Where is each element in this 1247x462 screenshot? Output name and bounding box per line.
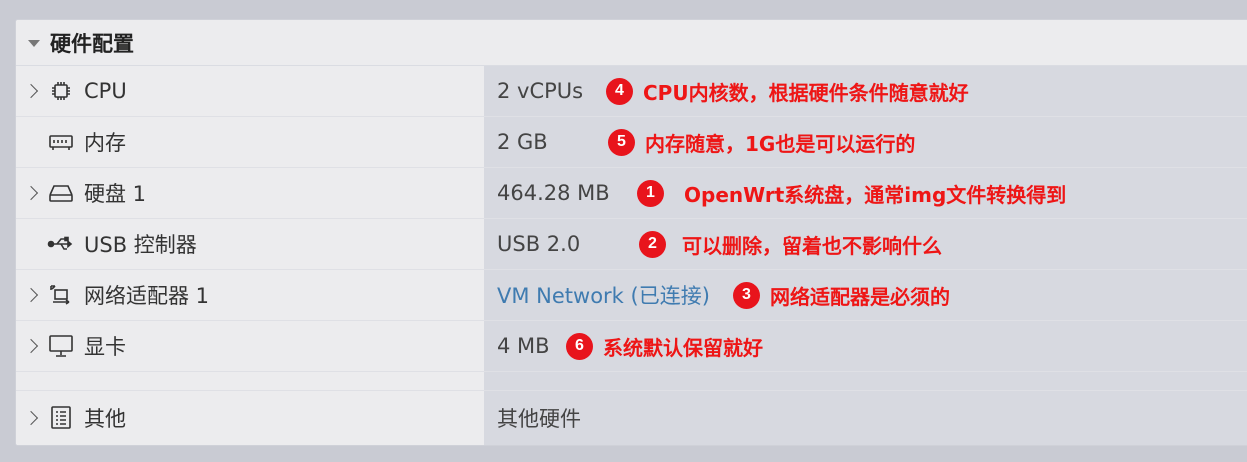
row-label: 显卡: [84, 335, 126, 359]
hardware-row-other[interactable]: 其他 其他硬件: [16, 391, 1247, 445]
row-label: 硬盘 1: [84, 182, 147, 206]
annotation-badge: 6: [566, 332, 593, 360]
annotation-text: 内存随意，1G也是可以运行的: [645, 131, 916, 156]
row-label: 其他: [84, 407, 126, 431]
chevron-right-icon[interactable]: [23, 287, 39, 303]
row-label: 内存: [84, 131, 126, 155]
hardware-row-network[interactable]: 网络适配器 1 VM Network (已连接) 3 网络适配器是必须的: [16, 270, 1247, 321]
row-label: CPU: [84, 79, 127, 103]
annotation: 4 CPU内核数，根据硬件条件随意就好: [606, 77, 969, 106]
annotation-badge: 5: [608, 128, 635, 156]
annotation: 5 内存随意，1G也是可以运行的: [608, 128, 915, 157]
section-header[interactable]: 硬件配置: [16, 20, 1247, 66]
annotation-badge: 3: [733, 281, 760, 309]
chevron-right-icon[interactable]: [23, 185, 39, 201]
row-label: 网络适配器 1: [84, 284, 210, 308]
row-value: 464.28 MB: [497, 181, 610, 205]
annotation: 6 系统默认保留就好: [566, 332, 763, 361]
annotation: 3 网络适配器是必须的: [733, 281, 950, 310]
monitor-icon: [46, 334, 76, 358]
annotation-text: CPU内核数，根据硬件条件随意就好: [643, 80, 969, 105]
hardware-config-panel: 硬件配置 CPU 2 vCPUs 4 CPU内核数，根据硬件条件随意就好 内存 …: [15, 19, 1247, 446]
hardware-row-memory[interactable]: 内存 2 GB 5 内存随意，1G也是可以运行的: [16, 117, 1247, 168]
hardware-row-cpu[interactable]: CPU 2 vCPUs 4 CPU内核数，根据硬件条件随意就好: [16, 66, 1247, 117]
usb-icon: [46, 232, 76, 256]
spacer-row: [16, 372, 1247, 391]
hardware-row-harddisk[interactable]: 硬盘 1 464.28 MB 1 OpenWrt系统盘，通常img文件转换得到: [16, 168, 1247, 219]
annotation: 2 可以删除，留着也不影响什么: [639, 230, 942, 259]
annotation: 1 OpenWrt系统盘，通常img文件转换得到: [637, 179, 1066, 208]
hardware-row-usb[interactable]: USB 控制器 USB 2.0 2 可以删除，留着也不影响什么: [16, 219, 1247, 270]
other-device-icon: [46, 406, 76, 430]
section-title: 硬件配置: [50, 31, 134, 56]
annotation-badge: 4: [606, 77, 633, 105]
hardware-row-video[interactable]: 显卡 4 MB 6 系统默认保留就好: [16, 321, 1247, 372]
vm-network-link[interactable]: VM Network (已连接): [497, 280, 710, 310]
network-adapter-icon: [46, 283, 76, 307]
row-value: USB 2.0: [497, 232, 581, 256]
cpu-icon: [46, 79, 76, 103]
annotation-text: OpenWrt系统盘，通常img文件转换得到: [684, 182, 1067, 207]
chevron-right-icon[interactable]: [23, 338, 39, 354]
hard-disk-icon: [46, 181, 76, 205]
annotation-text: 可以删除，留着也不影响什么: [682, 233, 942, 258]
annotation-badge: 2: [639, 230, 666, 258]
caret-down-icon[interactable]: [28, 40, 40, 47]
row-value: 2 vCPUs: [497, 79, 584, 103]
row-value: 2 GB: [497, 130, 548, 154]
row-value: 4 MB: [497, 334, 550, 358]
row-value: 其他硬件: [497, 407, 581, 431]
annotation-text: 网络适配器是必须的: [770, 284, 950, 309]
chevron-right-icon[interactable]: [23, 83, 39, 99]
row-label: USB 控制器: [84, 233, 197, 257]
annotation-text: 系统默认保留就好: [603, 335, 763, 360]
chevron-right-icon[interactable]: [23, 410, 39, 426]
annotation-badge: 1: [637, 179, 664, 207]
memory-icon: [46, 130, 76, 154]
